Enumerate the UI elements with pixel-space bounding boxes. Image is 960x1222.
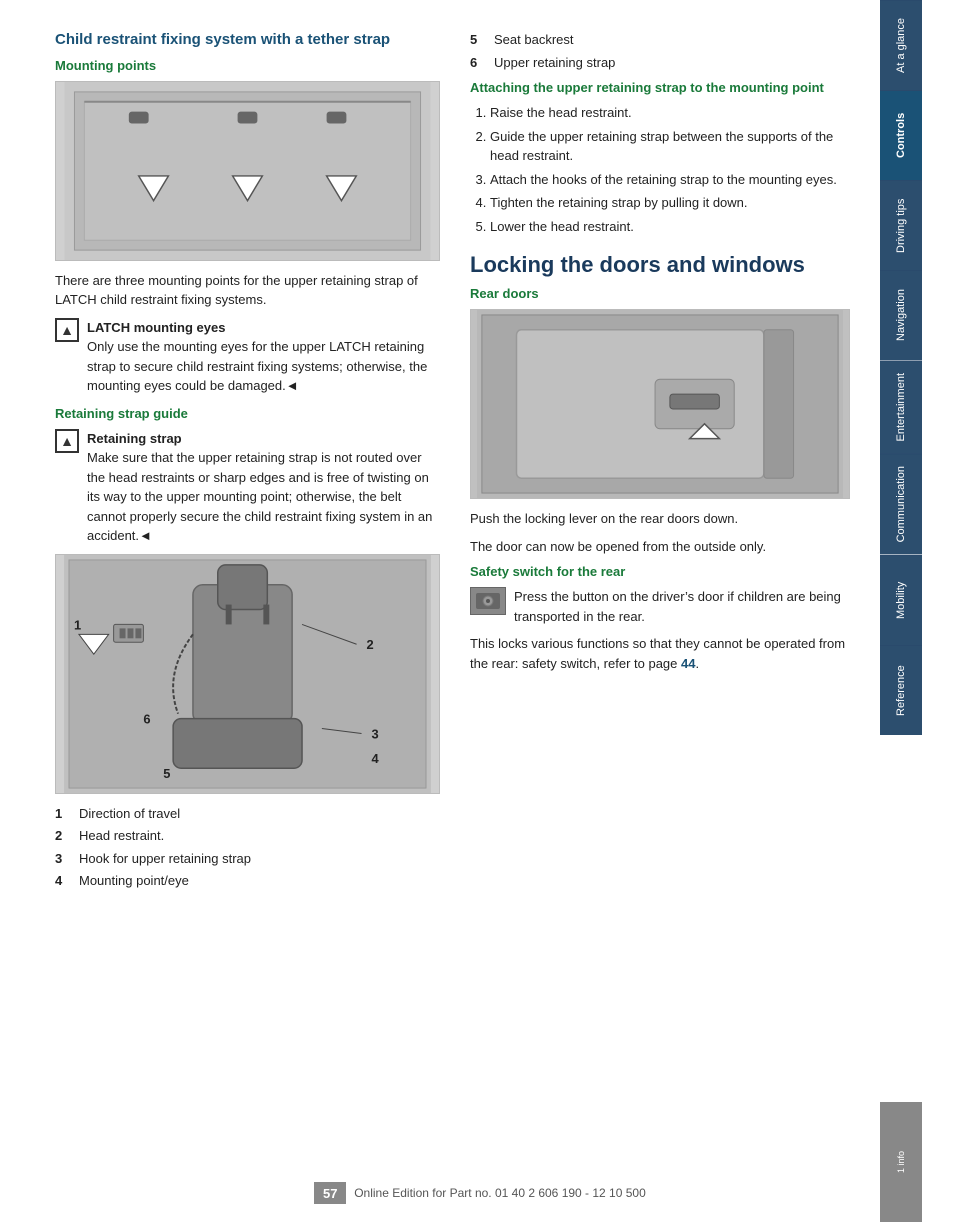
svg-text:1: 1 <box>74 617 81 632</box>
sidebar-tab-navigation[interactable]: Navigation <box>880 270 922 360</box>
warning-text-2: Retaining strap Make sure that the upper… <box>87 429 440 546</box>
step-3: Attach the hooks of the retaining strap … <box>490 170 850 190</box>
safety-page-link[interactable]: 44 <box>681 656 695 671</box>
safety-switch-title: Safety switch for the rear <box>470 564 850 579</box>
num-1: 1 <box>55 804 71 824</box>
rear-doors-title: Rear doors <box>470 286 850 301</box>
num-5: 5 <box>470 30 486 50</box>
warning-box-2: ▲ Retaining strap Make sure that the upp… <box>55 429 440 546</box>
safety-switch-text2: This locks various functions so that the… <box>470 634 850 673</box>
two-col-layout: Child restraint fixing system with a tet… <box>55 30 850 899</box>
sidebar: At a glance Controls Driving tips Naviga… <box>880 0 922 1222</box>
label-1: Direction of travel <box>79 804 180 824</box>
attaching-title: Attaching the upper retaining strap to t… <box>470 80 850 95</box>
list-item-6: 6 Upper retaining strap <box>470 53 850 73</box>
warning-box-1: ▲ LATCH mounting eyes Only use the mount… <box>55 318 440 396</box>
sidebar-tab-mobility[interactable]: Mobility <box>880 555 922 645</box>
list-item-2: 2 Head restraint. <box>55 826 440 846</box>
numbered-list-right-top: 5 Seat backrest 6 Upper retaining strap <box>470 30 850 72</box>
rear-doors-text1: Push the locking lever on the rear doors… <box>470 509 850 529</box>
num-2: 2 <box>55 826 71 846</box>
list-item-4: 4 Mounting point/eye <box>55 871 440 891</box>
sidebar-tab-driving-tips[interactable]: Driving tips <box>880 180 922 270</box>
right-column: 5 Seat backrest 6 Upper retaining strap … <box>470 30 850 899</box>
main-content: Child restraint fixing system with a tet… <box>0 0 880 1222</box>
sidebar-tab-communication[interactable]: Communication <box>880 453 922 554</box>
rear-doors-text2: The door can now be opened from the outs… <box>470 537 850 557</box>
list-item-5: 5 Seat backrest <box>470 30 850 50</box>
numbered-list-left: 1 Direction of travel 2 Head restraint. … <box>55 804 440 891</box>
label-5: Seat backrest <box>494 30 574 50</box>
page-number: 57 <box>314 1182 346 1204</box>
num-3: 3 <box>55 849 71 869</box>
subsection-mounting: Mounting points <box>55 58 440 73</box>
list-item-1: 1 Direction of travel <box>55 804 440 824</box>
svg-text:6: 6 <box>143 711 150 726</box>
num-6: 6 <box>470 53 486 73</box>
page-container: Child restraint fixing system with a tet… <box>0 0 960 1222</box>
seat-diagram-image: 1 2 3 4 5 6 <box>55 554 440 794</box>
mounting-points-image <box>55 81 440 261</box>
warning-text-1: LATCH mounting eyes Only use the mountin… <box>87 318 440 396</box>
label-2: Head restraint. <box>79 826 164 846</box>
step-5: Lower the head restraint. <box>490 217 850 237</box>
warning-icon-1: ▲ <box>55 318 79 342</box>
section-title: Child restraint fixing system with a tet… <box>55 30 440 50</box>
sidebar-tab-entertainment[interactable]: Entertainment <box>880 360 922 453</box>
sidebar-info: 1 info <box>880 1102 922 1222</box>
num-4: 4 <box>55 871 71 891</box>
warning-title-2: Retaining strap <box>87 431 182 446</box>
sidebar-tab-controls[interactable]: Controls <box>880 90 922 180</box>
safety-switch-box: Press the button on the driver’s door if… <box>470 587 850 626</box>
sidebar-tab-reference[interactable]: Reference <box>880 645 922 735</box>
sidebar-tabs: At a glance Controls Driving tips Naviga… <box>880 0 922 735</box>
warning-icon-2: ▲ <box>55 429 79 453</box>
page-footer: 57 Online Edition for Part no. 01 40 2 6… <box>0 1182 960 1204</box>
attaching-steps: Raise the head restraint. Guide the uppe… <box>470 103 850 236</box>
step-4: Tighten the retaining strap by pulling i… <box>490 193 850 213</box>
retaining-guide-title: Retaining strap guide <box>55 406 440 421</box>
left-column: Child restraint fixing system with a tet… <box>55 30 440 899</box>
label-6: Upper retaining strap <box>494 53 615 73</box>
mounting-description: There are three mounting points for the … <box>55 271 440 310</box>
list-item-3: 3 Hook for upper retaining strap <box>55 849 440 869</box>
svg-text:2: 2 <box>367 637 374 652</box>
label-3: Hook for upper retaining strap <box>79 849 251 869</box>
rear-doors-image <box>470 309 850 499</box>
svg-text:4: 4 <box>371 751 379 766</box>
svg-text:5: 5 <box>163 766 170 781</box>
label-4: Mounting point/eye <box>79 871 189 891</box>
step-2: Guide the upper retaining strap between … <box>490 127 850 166</box>
warning-title-1: LATCH mounting eyes <box>87 320 225 335</box>
step-1: Raise the head restraint. <box>490 103 850 123</box>
warning-body-2: Make sure that the upper retaining strap… <box>87 450 432 543</box>
safety-switch-text: Press the button on the driver’s door if… <box>514 587 850 626</box>
footer-text: Online Edition for Part no. 01 40 2 606 … <box>354 1186 646 1200</box>
sidebar-tab-at-a-glance[interactable]: At a glance <box>880 0 922 90</box>
safety-switch-icon <box>470 587 506 615</box>
warning-body-1: Only use the mounting eyes for the upper… <box>87 339 427 393</box>
svg-text:3: 3 <box>371 726 378 741</box>
locking-title: Locking the doors and windows <box>470 252 850 278</box>
